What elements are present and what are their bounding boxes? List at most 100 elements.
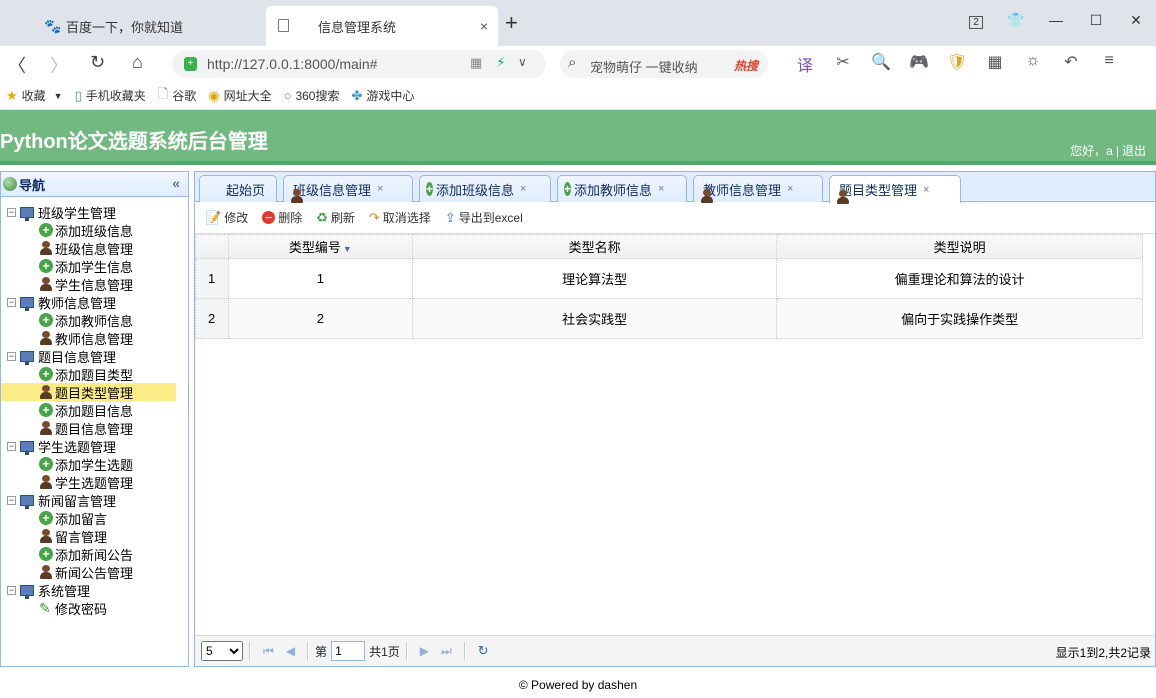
nav-item-class-manage[interactable]: 班级信息管理	[1, 239, 188, 257]
next-page-icon[interactable]: ▶	[420, 644, 429, 658]
prev-page-icon[interactable]: ◀	[286, 644, 295, 658]
close-window-icon[interactable]: ✕	[1116, 12, 1156, 29]
nav-group-news[interactable]: − 新闻留言管理	[1, 491, 188, 509]
brightness-icon[interactable]: ☼	[1014, 52, 1052, 76]
edit-button[interactable]: 📝 修改	[205, 209, 248, 226]
bookmark-games[interactable]: ✤ 游戏中心	[351, 87, 414, 104]
close-icon[interactable]: ×	[787, 183, 793, 195]
new-tab-button[interactable]: +	[505, 12, 518, 34]
nav-group-system[interactable]: − 系统管理	[1, 581, 188, 599]
minimize-icon[interactable]: —	[1036, 12, 1076, 28]
undo-icon[interactable]: ↶	[1052, 52, 1090, 76]
nav-item-add-class[interactable]: + 添加班级信息	[1, 221, 188, 239]
nav-item-student-manage[interactable]: 学生信息管理	[1, 275, 188, 293]
magnifier-icon[interactable]: 🔍	[862, 52, 900, 76]
nav-item-add-news[interactable]: + 添加新闻公告	[1, 545, 188, 563]
scissors-icon[interactable]: ✂	[824, 52, 862, 76]
close-icon[interactable]: ×	[377, 183, 383, 195]
tab-teacher-manage[interactable]: 教师信息管理 ×	[693, 175, 823, 203]
tab-class-manage[interactable]: 班级信息管理 ×	[283, 175, 413, 203]
row-number: 2	[195, 298, 229, 339]
collapse-minus-icon[interactable]: −	[7, 585, 16, 595]
tab-add-class[interactable]: + 添加班级信息 ×	[419, 175, 551, 202]
table-row[interactable]: 2 2 社会实践型 偏向于实践操作类型	[195, 298, 1143, 339]
close-icon[interactable]: ×	[658, 183, 664, 195]
close-icon[interactable]: ×	[923, 184, 929, 196]
nav-item-news-manage[interactable]: 新闻公告管理	[1, 563, 188, 581]
maximize-icon[interactable]: ☐	[1076, 12, 1116, 29]
logout-link[interactable]: 退出	[1122, 144, 1146, 158]
delete-button[interactable]: − 删除	[262, 209, 302, 226]
nav-group-topic[interactable]: − 题目信息管理	[1, 347, 188, 365]
forward-icon[interactable]: 〉	[50, 52, 68, 78]
collapse-icon[interactable]: «	[172, 175, 180, 191]
search-suggestion: 宠物萌仔 一键收纳	[590, 60, 698, 75]
gamepad-icon[interactable]: 🎮	[900, 52, 938, 76]
bookmark-sites[interactable]: ◉ 网址大全	[208, 87, 271, 104]
nav-group-selection[interactable]: − 学生选题管理	[1, 437, 188, 455]
nav-group-teacher[interactable]: − 教师信息管理	[1, 293, 188, 311]
page-number-input[interactable]	[331, 641, 366, 661]
last-page-icon[interactable]: ⏭	[441, 644, 452, 659]
search-input[interactable]: ⌕ 宠物萌仔 一键收纳 热搜	[560, 50, 768, 78]
back-icon[interactable]: 〈	[8, 52, 26, 78]
browser-tab-active[interactable]: 信息管理系统 ×	[266, 6, 498, 46]
tab-add-teacher[interactable]: + 添加教师信息 ×	[557, 175, 687, 202]
nav-group-class-student[interactable]: − 班级学生管理	[1, 203, 188, 221]
computer-icon	[20, 494, 34, 509]
grid-apps-icon[interactable]: ▦	[976, 52, 1014, 76]
table-row[interactable]: 1 1 理论算法型 偏重理论和算法的设计	[195, 258, 1143, 299]
nav-item-selection-manage[interactable]: 学生选题管理	[1, 473, 188, 491]
browser-tab-baidu[interactable]: 🐾 百度一下，你就知道	[0, 6, 265, 46]
collapse-minus-icon[interactable]: −	[7, 495, 16, 505]
collapse-minus-icon[interactable]: −	[7, 351, 16, 361]
nav-item-add-selection[interactable]: + 添加学生选题	[1, 455, 188, 473]
collapse-minus-icon[interactable]: −	[7, 297, 16, 307]
bookmark-mobile[interactable]: ▯ 手机收藏夹	[75, 87, 146, 104]
caret-down-icon: ▼	[53, 90, 63, 101]
bookmark-360[interactable]: ○ 360搜索	[284, 87, 340, 104]
column-header-id[interactable]: 类型编号 ▼	[227, 234, 413, 259]
qr-code-icon[interactable]: ▦	[470, 55, 482, 71]
column-header-name[interactable]: 类型名称	[411, 234, 778, 259]
nav-item-message-manage[interactable]: 留言管理	[1, 527, 188, 545]
nav-item-topic-manage[interactable]: 题目信息管理	[1, 419, 188, 437]
nav-item-change-password[interactable]: ✎ 修改密码	[1, 599, 188, 617]
close-icon[interactable]: ×	[520, 183, 526, 195]
chevron-down-icon[interactable]: ∨	[518, 55, 527, 69]
app-title: Python论文选题系统后台管理	[0, 131, 268, 153]
nav-item-add-topic[interactable]: + 添加题目信息	[1, 401, 188, 419]
menu-icon[interactable]: ≡	[1090, 52, 1128, 76]
refresh-button[interactable]: ♻ 刷新	[316, 209, 355, 226]
user-icon	[39, 277, 53, 291]
translate-icon[interactable]: 译	[786, 52, 824, 76]
lightning-icon[interactable]: ⚡	[496, 54, 506, 71]
nav-item-add-message[interactable]: + 添加留言	[1, 509, 188, 527]
collapse-minus-icon[interactable]: −	[7, 441, 16, 451]
reload-icon[interactable]: ↻	[90, 52, 105, 73]
column-header-desc[interactable]: 类型说明	[776, 234, 1143, 259]
main-panel: 起始页 班级信息管理 × + 添加班级信息 × + 添加教师信息 × 教师信息管理 × 题目…	[194, 171, 1156, 667]
bookmark-google[interactable]: 🗋 谷歌	[158, 85, 196, 107]
shirt-icon[interactable]: 👕	[996, 12, 1036, 29]
nav-item-teacher-manage[interactable]: 教师信息管理	[1, 329, 188, 347]
bookmark-favorites[interactable]: ★ 收藏 ▼	[6, 87, 63, 104]
page-size-select[interactable]: 5	[201, 641, 243, 661]
window-count-badge[interactable]: 2	[956, 12, 996, 29]
home-icon[interactable]: ⌂	[132, 52, 143, 73]
first-page-icon[interactable]: ⏮	[263, 644, 274, 659]
nav-item-add-teacher[interactable]: + 添加教师信息	[1, 311, 188, 329]
nav-item-topic-type-manage[interactable]: 题目类型管理	[1, 382, 176, 402]
export-excel-button[interactable]: ⇪ 导出到excel	[445, 209, 523, 226]
collapse-minus-icon[interactable]: −	[7, 207, 16, 217]
shield-icon[interactable]: 🛡	[938, 52, 976, 76]
cancel-select-button[interactable]: ↷ 取消选择	[369, 209, 431, 226]
url-field[interactable]: + http://127.0.0.1:8000/main# ▦ ⚡ ∨	[172, 50, 546, 78]
tab-home[interactable]: 起始页	[199, 175, 277, 202]
nav-item-add-student[interactable]: + 添加学生信息	[1, 257, 188, 275]
tab-topic-type-manage[interactable]: 题目类型管理 ×	[829, 175, 961, 204]
reload-icon[interactable]: ↻	[478, 643, 489, 659]
nav-item-add-topic-type[interactable]: + 添加题目类型	[1, 365, 188, 383]
close-tab-icon[interactable]: ×	[480, 18, 488, 34]
360-icon: ○	[283, 88, 292, 103]
